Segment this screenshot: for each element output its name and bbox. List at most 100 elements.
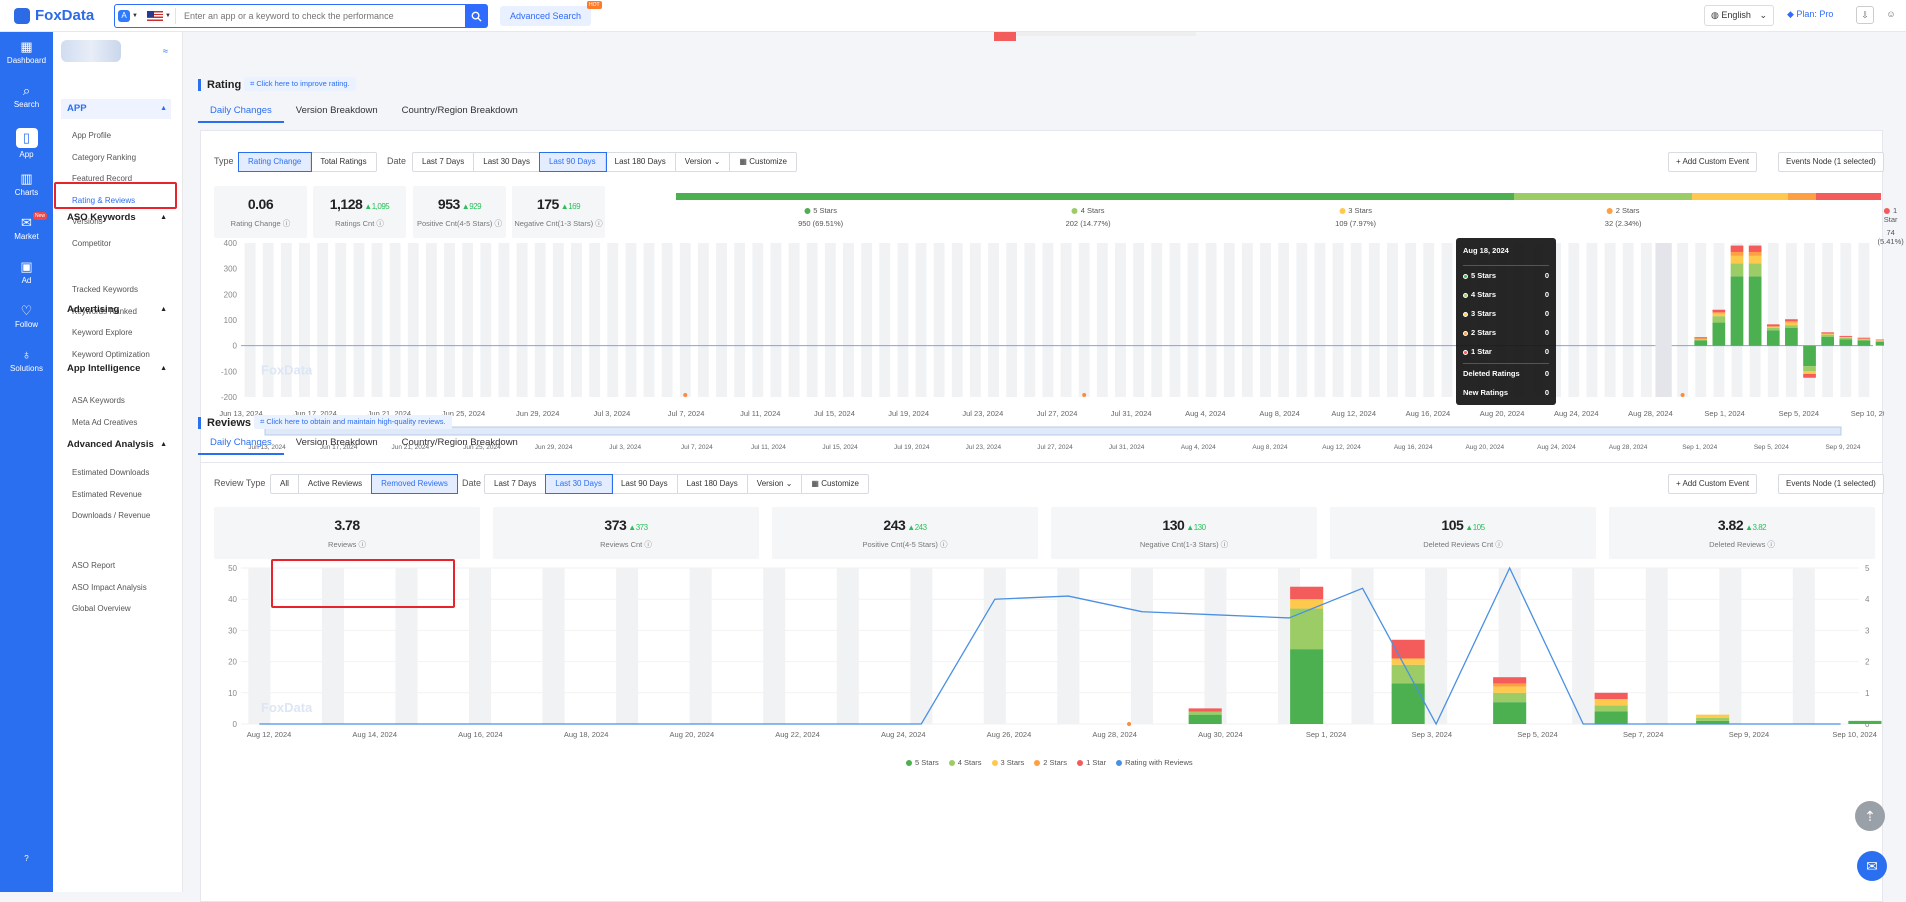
bar-segment[interactable]	[1785, 325, 1798, 328]
bar-segment[interactable]	[1493, 686, 1527, 693]
nav-charts[interactable]: ▥ Charts	[0, 172, 53, 198]
option-version[interactable]: Version ⌄	[676, 153, 731, 171]
legend-item[interactable]: 4 Stars	[948, 758, 982, 767]
bar-segment[interactable]	[1839, 337, 1853, 340]
bar-segment[interactable]	[1785, 321, 1798, 323]
bar-segment[interactable]	[1730, 255, 1744, 264]
event-marker[interactable]	[1127, 722, 1132, 726]
sidebar-section-intelligence[interactable]: App Intelligence ▲	[61, 359, 171, 379]
bar-segment[interactable]	[1694, 337, 1708, 339]
option-removed-reviews[interactable]: Removed Reviews	[371, 474, 458, 494]
bar-segment[interactable]	[1290, 649, 1324, 724]
bar-segment[interactable]	[1748, 276, 1762, 346]
sidebar-section-advertising[interactable]: Advertising ▲	[61, 300, 171, 320]
bar-segment[interactable]	[1803, 345, 1816, 367]
bar-segment[interactable]	[1290, 599, 1324, 609]
search-button[interactable]	[465, 5, 487, 27]
sidebar-item-estimated-downloads[interactable]: Estimated Downloads	[72, 468, 149, 477]
bar-segment[interactable]	[1694, 338, 1708, 340]
scroll-top-button[interactable]: ⇡	[1855, 801, 1885, 831]
bar-segment[interactable]	[1694, 340, 1708, 346]
bar-segment[interactable]	[1696, 717, 1730, 721]
bar-segment[interactable]	[1694, 339, 1708, 341]
sidebar-item-tracked-keywords[interactable]: Tracked Keywords	[72, 285, 138, 294]
bar-segment[interactable]	[1766, 327, 1780, 331]
bar-segment[interactable]	[1493, 692, 1527, 703]
tab-country-region-breakdown[interactable]: Country/Region Breakdown	[390, 433, 530, 455]
bar-segment[interactable]	[1188, 708, 1222, 712]
nav-solutions[interactable]: ♁ Solutions	[0, 348, 53, 374]
bar-segment[interactable]	[1712, 322, 1726, 346]
events-node-button[interactable]: Events Node (1 selected)	[1778, 474, 1884, 494]
option-customize[interactable]: ▦ Customize	[802, 475, 868, 493]
bar-segment[interactable]	[1785, 327, 1798, 346]
add-custom-event-button[interactable]: + Add Custom Event	[1668, 474, 1758, 494]
option-last-30-days[interactable]: Last 30 Days	[545, 474, 613, 494]
bar-segment[interactable]	[1391, 664, 1425, 684]
bar-segment[interactable]	[1875, 340, 1884, 342]
bar-segment[interactable]	[1730, 251, 1744, 256]
sidebar-item-aso-report[interactable]: ASO Report	[72, 561, 115, 570]
bar-segment[interactable]	[1712, 309, 1726, 313]
sidebar-item-category-ranking[interactable]: Category Ranking	[72, 153, 136, 162]
sidebar-section-app[interactable]: APP ▲	[61, 99, 171, 119]
option-last-90-days[interactable]: Last 90 Days	[612, 475, 678, 493]
bar-segment[interactable]	[1803, 366, 1816, 372]
bar-segment[interactable]	[1821, 334, 1835, 337]
foxdata-logo[interactable]: FoxData	[14, 7, 94, 24]
tab-version-breakdown[interactable]: Version Breakdown	[284, 433, 390, 455]
plan-badge[interactable]: ◆ Plan: Pro	[1787, 9, 1833, 20]
option-last-180-days[interactable]: Last 180 Days	[678, 475, 748, 493]
bar-segment[interactable]	[1188, 711, 1222, 715]
sidebar-item-aso-impact-analysis[interactable]: ASO Impact Analysis	[72, 583, 147, 592]
event-marker[interactable]	[1082, 393, 1087, 397]
legend-item[interactable]: 2 Stars	[1034, 758, 1067, 767]
bar-segment[interactable]	[1712, 313, 1726, 317]
sidebar-item-asa-keywords[interactable]: ASA Keywords	[72, 396, 125, 405]
bar-segment[interactable]	[1493, 677, 1527, 684]
app-selector[interactable]: ≈	[61, 40, 171, 68]
improve-rating-link[interactable]: ⌗ Click here to improve rating.	[244, 77, 356, 91]
bar-segment[interactable]	[1594, 692, 1628, 700]
option-version[interactable]: Version ⌄	[748, 475, 803, 493]
bar-segment[interactable]	[1839, 335, 1853, 337]
sidebar-item-app-profile[interactable]: App Profile	[72, 131, 111, 140]
option-last-7-days[interactable]: Last 7 Days	[485, 475, 547, 493]
option-last-30-days[interactable]: Last 30 Days	[474, 153, 540, 171]
tab-version-breakdown[interactable]: Version Breakdown	[284, 101, 390, 123]
bar-segment[interactable]	[1730, 276, 1744, 346]
bar-segment[interactable]	[1875, 339, 1884, 341]
bar-segment[interactable]	[1493, 683, 1527, 687]
bar-segment[interactable]	[1821, 333, 1835, 335]
bar-segment[interactable]	[1803, 373, 1816, 378]
option-last-180-days[interactable]: Last 180 Days	[606, 153, 676, 171]
bar-segment[interactable]	[1803, 371, 1816, 374]
sidebar-item-keyword-optimization[interactable]: Keyword Optimization	[72, 350, 150, 359]
bar-segment[interactable]	[1712, 316, 1726, 323]
bar-segment[interactable]	[1391, 639, 1425, 659]
event-marker[interactable]	[683, 393, 688, 397]
bar-segment[interactable]	[1493, 702, 1527, 724]
bar-segment[interactable]	[1748, 245, 1762, 252]
sidebar-item-downloads-revenue[interactable]: Downloads / Revenue	[72, 511, 150, 520]
nav-follow[interactable]: ♡ Follow	[0, 304, 53, 330]
bar-segment[interactable]	[1712, 312, 1726, 314]
bar-segment[interactable]	[1290, 586, 1324, 600]
option-last-90-days[interactable]: Last 90 Days	[538, 152, 607, 172]
help-icon[interactable]: ?	[0, 854, 53, 863]
sidebar-item-keyword-explore[interactable]: Keyword Explore	[72, 328, 132, 337]
bar-segment[interactable]	[1391, 658, 1425, 665]
bar-segment[interactable]	[1848, 720, 1882, 724]
bar-segment[interactable]	[1766, 324, 1780, 327]
nav-ad[interactable]: ▣ Ad	[0, 260, 53, 286]
events-node-button[interactable]: Events Node (1 selected)	[1778, 152, 1884, 172]
sidebar-item-competitor[interactable]: Competitor	[72, 239, 111, 248]
legend-item[interactable]: 3 Stars	[991, 758, 1024, 767]
bar-segment[interactable]	[1857, 337, 1871, 339]
legend-item[interactable]: Rating with Reviews	[1116, 758, 1193, 767]
sidebar-section-analysis[interactable]: Advanced Analysis ▲	[61, 435, 171, 455]
sidebar-item-meta-ad-creatives[interactable]: Meta Ad Creatives	[72, 418, 137, 427]
search-input[interactable]	[174, 8, 465, 24]
event-marker[interactable]	[1680, 393, 1685, 397]
option-total-ratings[interactable]: Total Ratings	[311, 153, 375, 171]
